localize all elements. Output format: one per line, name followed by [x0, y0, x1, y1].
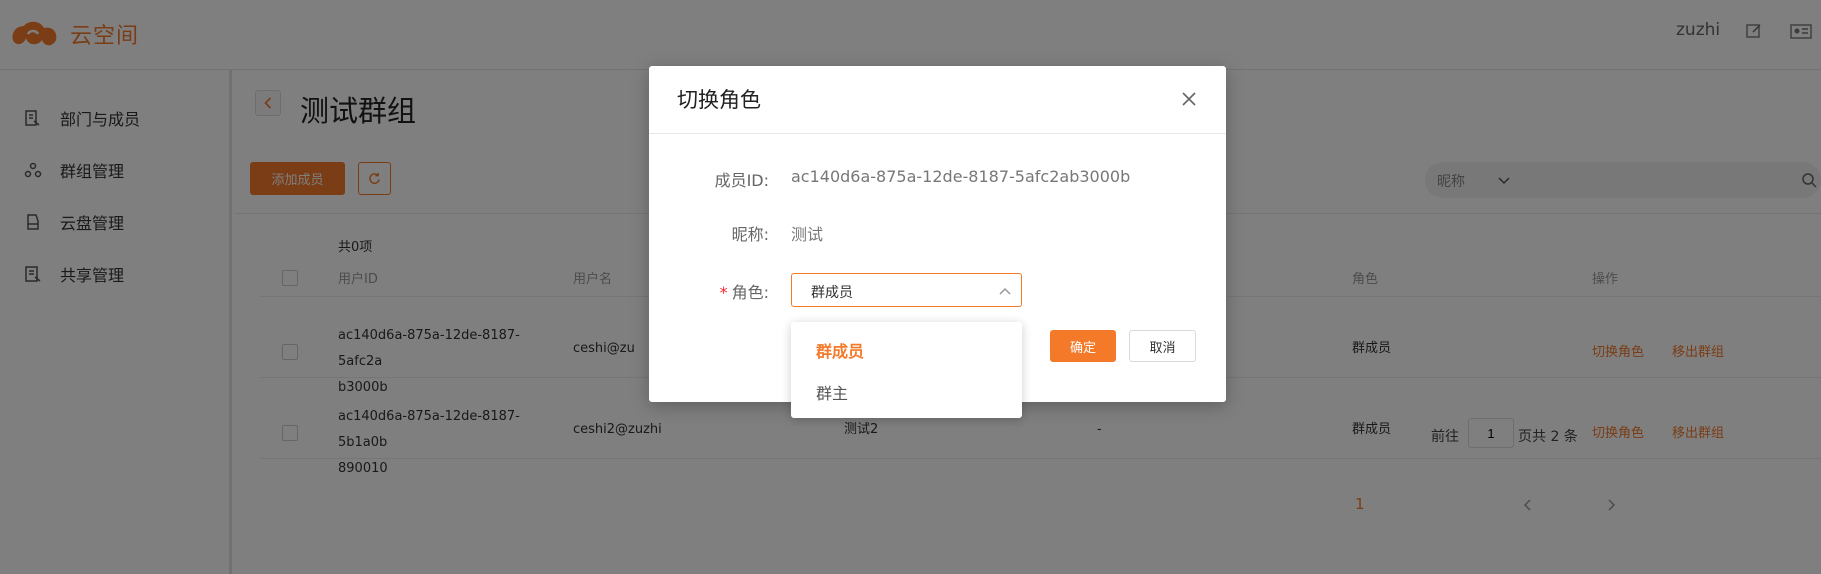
divider: [649, 133, 1226, 134]
dialog-title: 切换角色: [677, 88, 761, 112]
role-select[interactable]: 群成员: [791, 273, 1022, 307]
role-dropdown: 群成员 群主: [791, 322, 1022, 418]
role-label: * 角色:: [719, 283, 769, 302]
confirm-button[interactable]: 确定: [1050, 330, 1116, 362]
close-icon[interactable]: [1181, 91, 1197, 107]
cancel-button[interactable]: 取消: [1129, 330, 1196, 362]
role-option-member[interactable]: 群成员: [816, 338, 864, 362]
chevron-up-icon: [999, 287, 1011, 295]
member-id-value: ac140d6a-875a-12de-8187-5afc2ab3000b: [791, 167, 1131, 186]
required-mark: *: [719, 283, 728, 302]
role-select-value: 群成员: [811, 285, 853, 301]
nickname-label: 昵称:: [731, 225, 769, 244]
nickname-value: 测试: [791, 225, 824, 244]
member-id-label: 成员ID:: [714, 171, 769, 190]
role-option-owner[interactable]: 群主: [816, 380, 848, 404]
